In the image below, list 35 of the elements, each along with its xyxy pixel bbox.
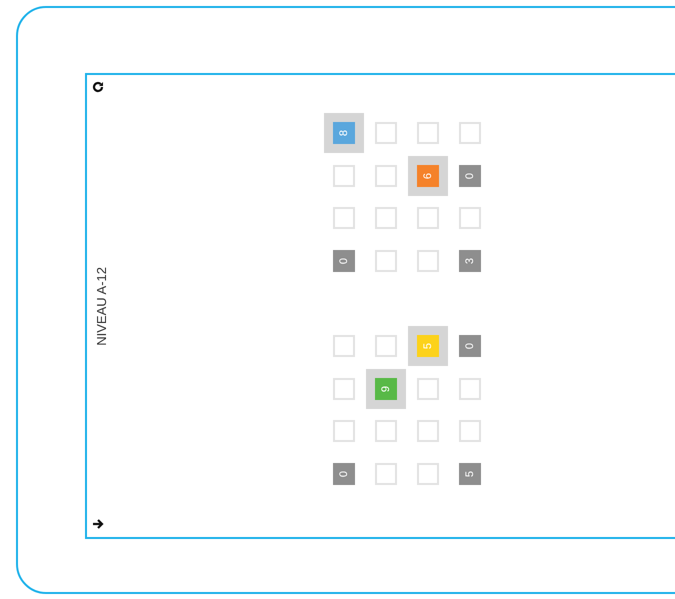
empty-tile[interactable] [459,207,481,230]
refresh-icon[interactable] [92,81,104,93]
empty-tile[interactable] [375,164,397,187]
empty-tile[interactable] [333,207,355,230]
empty-tile[interactable] [417,122,439,144]
number-tile[interactable]: 5 [417,335,439,358]
empty-tile[interactable] [417,250,439,272]
empty-tile[interactable] [333,420,355,442]
empty-tile[interactable] [375,122,397,144]
empty-tile[interactable] [417,420,439,442]
given-tile: 0 [333,462,355,485]
number-tile[interactable]: 8 [333,122,355,144]
empty-tile[interactable] [417,378,439,400]
level-label: NIVEAU A-12 [94,266,109,346]
empty-tile[interactable] [375,462,397,485]
empty-tile[interactable] [459,378,481,400]
empty-tile[interactable] [375,335,397,358]
empty-tile[interactable] [459,122,481,144]
empty-tile[interactable] [375,250,397,272]
number-tile[interactable]: 6 [417,164,439,187]
empty-tile[interactable] [375,420,397,442]
given-tile: 0 [459,164,481,187]
given-tile: 0 [459,335,481,358]
empty-tile[interactable] [333,164,355,187]
number-tile[interactable]: 9 [375,378,397,400]
given-tile: 3 [459,250,481,272]
arrow-icon[interactable] [92,518,104,529]
empty-tile[interactable] [417,207,439,230]
empty-tile[interactable] [459,420,481,442]
empty-tile[interactable] [333,378,355,400]
given-tile: 0 [333,250,355,272]
empty-tile[interactable] [417,462,439,485]
empty-tile[interactable] [333,335,355,358]
empty-tile[interactable] [375,207,397,230]
given-tile: 5 [459,462,481,485]
